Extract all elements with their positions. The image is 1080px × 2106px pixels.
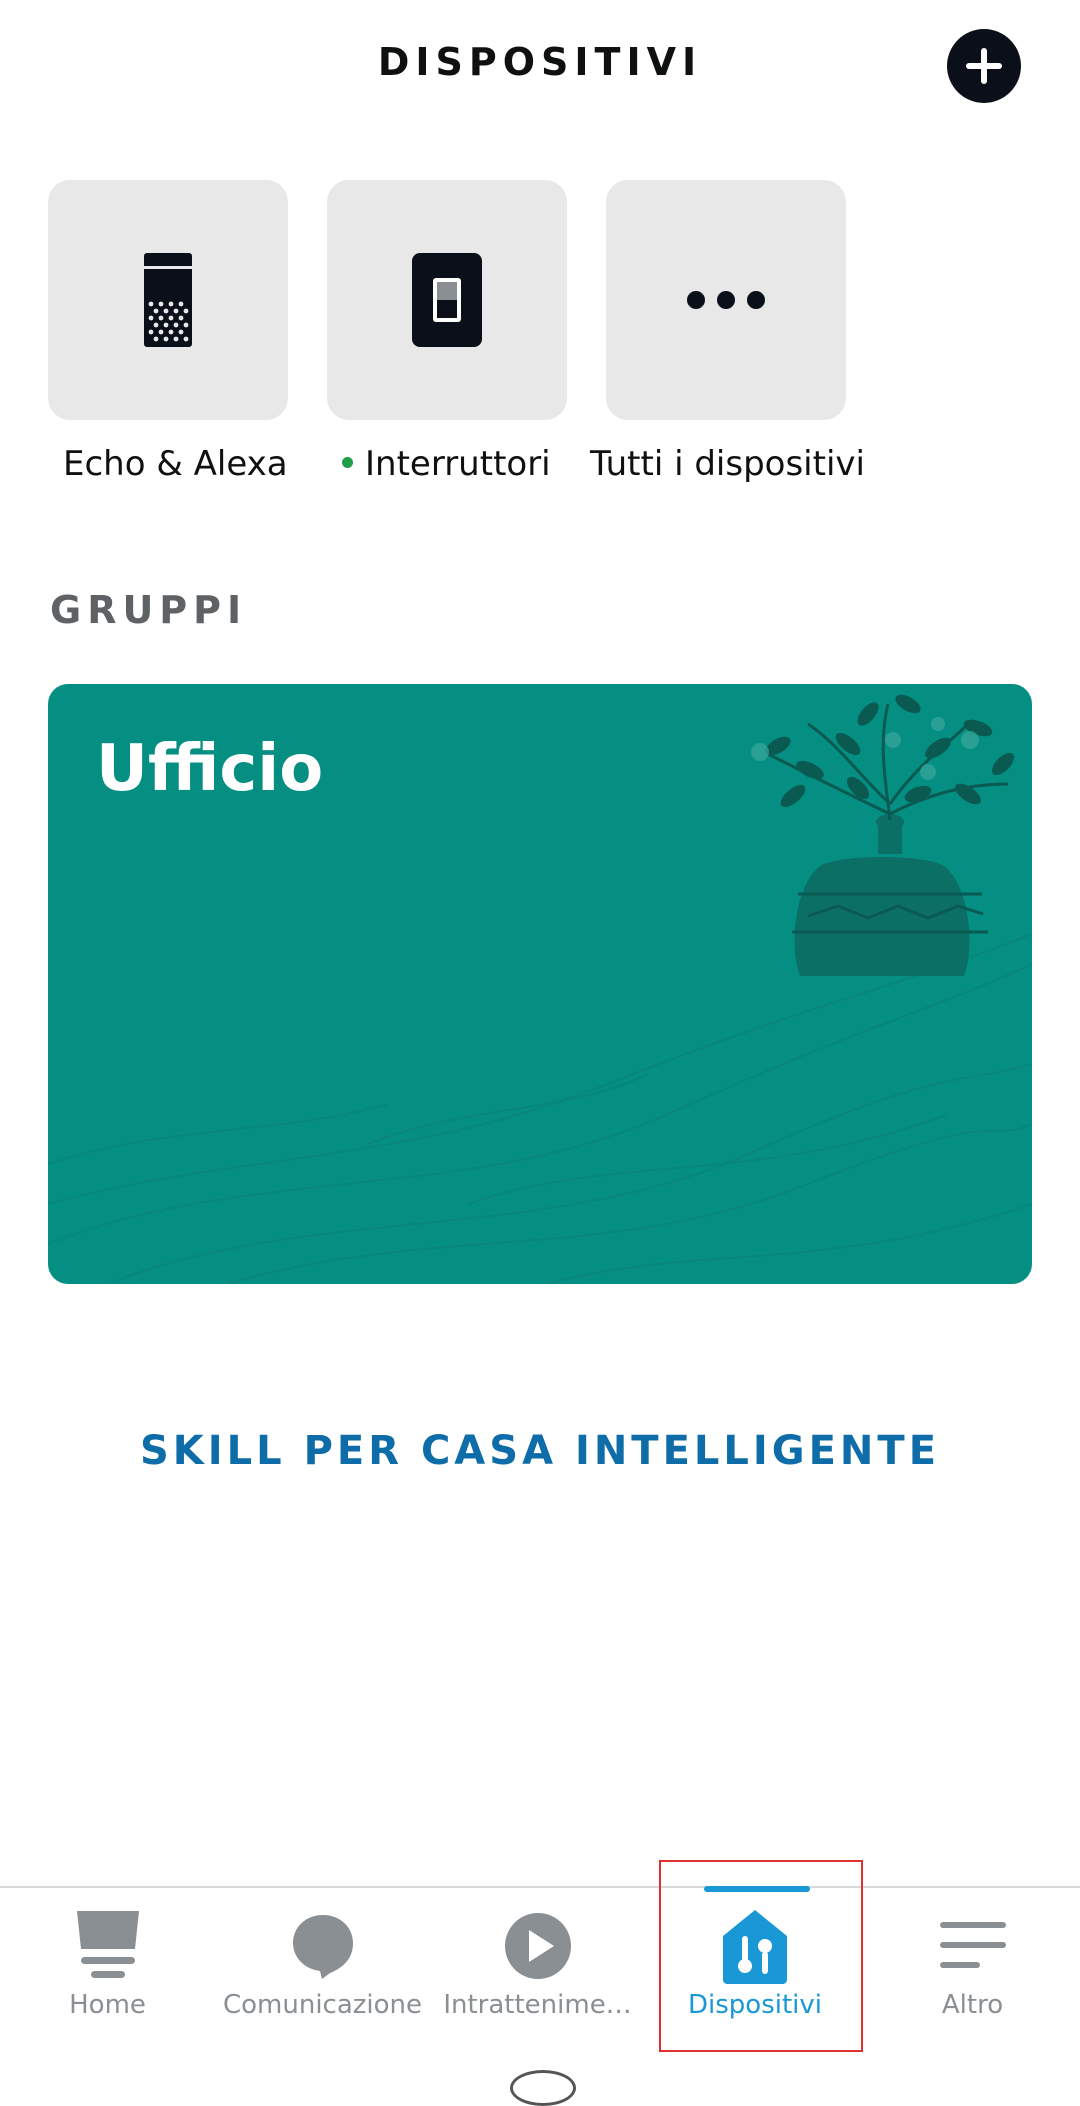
switch-icon — [412, 253, 482, 347]
header: DISPOSITIVI — [0, 0, 1080, 130]
nav-label-more: Altro — [941, 1990, 1004, 2020]
speech-bubble-icon — [292, 1915, 353, 1979]
menu-lines-icon — [939, 1922, 1006, 1968]
nav-home[interactable]: Home — [0, 1888, 215, 2048]
more-dots-icon — [687, 291, 765, 309]
nav-label-home: Home — [69, 1990, 146, 2020]
play-icon — [504, 1913, 571, 1979]
echo-speaker-icon — [144, 253, 192, 347]
category-label-switches-text: Interruttori — [365, 444, 551, 484]
category-echo-alexa-tile[interactable] — [48, 180, 288, 420]
groups-section-title: GRUPPI — [50, 588, 248, 632]
status-dot — [342, 457, 353, 468]
category-label-all: Tutti i dispositivi — [590, 444, 865, 484]
category-switches-tile[interactable] — [327, 180, 567, 420]
group-card-ufficio[interactable]: Ufficio — [48, 684, 1032, 1284]
home-icon — [76, 1911, 139, 1978]
nav-label-entertainment: Intrattenime… — [443, 1990, 632, 2020]
bottom-nav: Home Comunicazione Intrattenime… Disposi… — [0, 1886, 1080, 2078]
plus-icon — [966, 48, 1002, 84]
smart-home-skills-link[interactable]: SKILL PER CASA INTELLIGENTE — [0, 1428, 1080, 1474]
category-label-echo: Echo & Alexa — [63, 444, 288, 484]
gesture-handle — [510, 2070, 576, 2106]
nav-communication[interactable]: Comunicazione — [215, 1888, 430, 2048]
highlight-box — [659, 1860, 863, 2052]
page-title: DISPOSITIVI — [377, 40, 703, 84]
category-label-switches: Interruttori — [342, 444, 551, 484]
nav-more[interactable]: Altro — [865, 1888, 1080, 2048]
nav-label-communication: Comunicazione — [222, 1990, 423, 2020]
group-name: Ufficio — [96, 732, 324, 806]
nav-entertainment[interactable]: Intrattenime… — [430, 1888, 645, 2048]
category-all-devices-tile[interactable] — [606, 180, 846, 420]
add-device-button[interactable] — [947, 29, 1021, 103]
device-categories: Echo & Alexa Interruttori Tutti i dispos… — [0, 180, 1080, 500]
